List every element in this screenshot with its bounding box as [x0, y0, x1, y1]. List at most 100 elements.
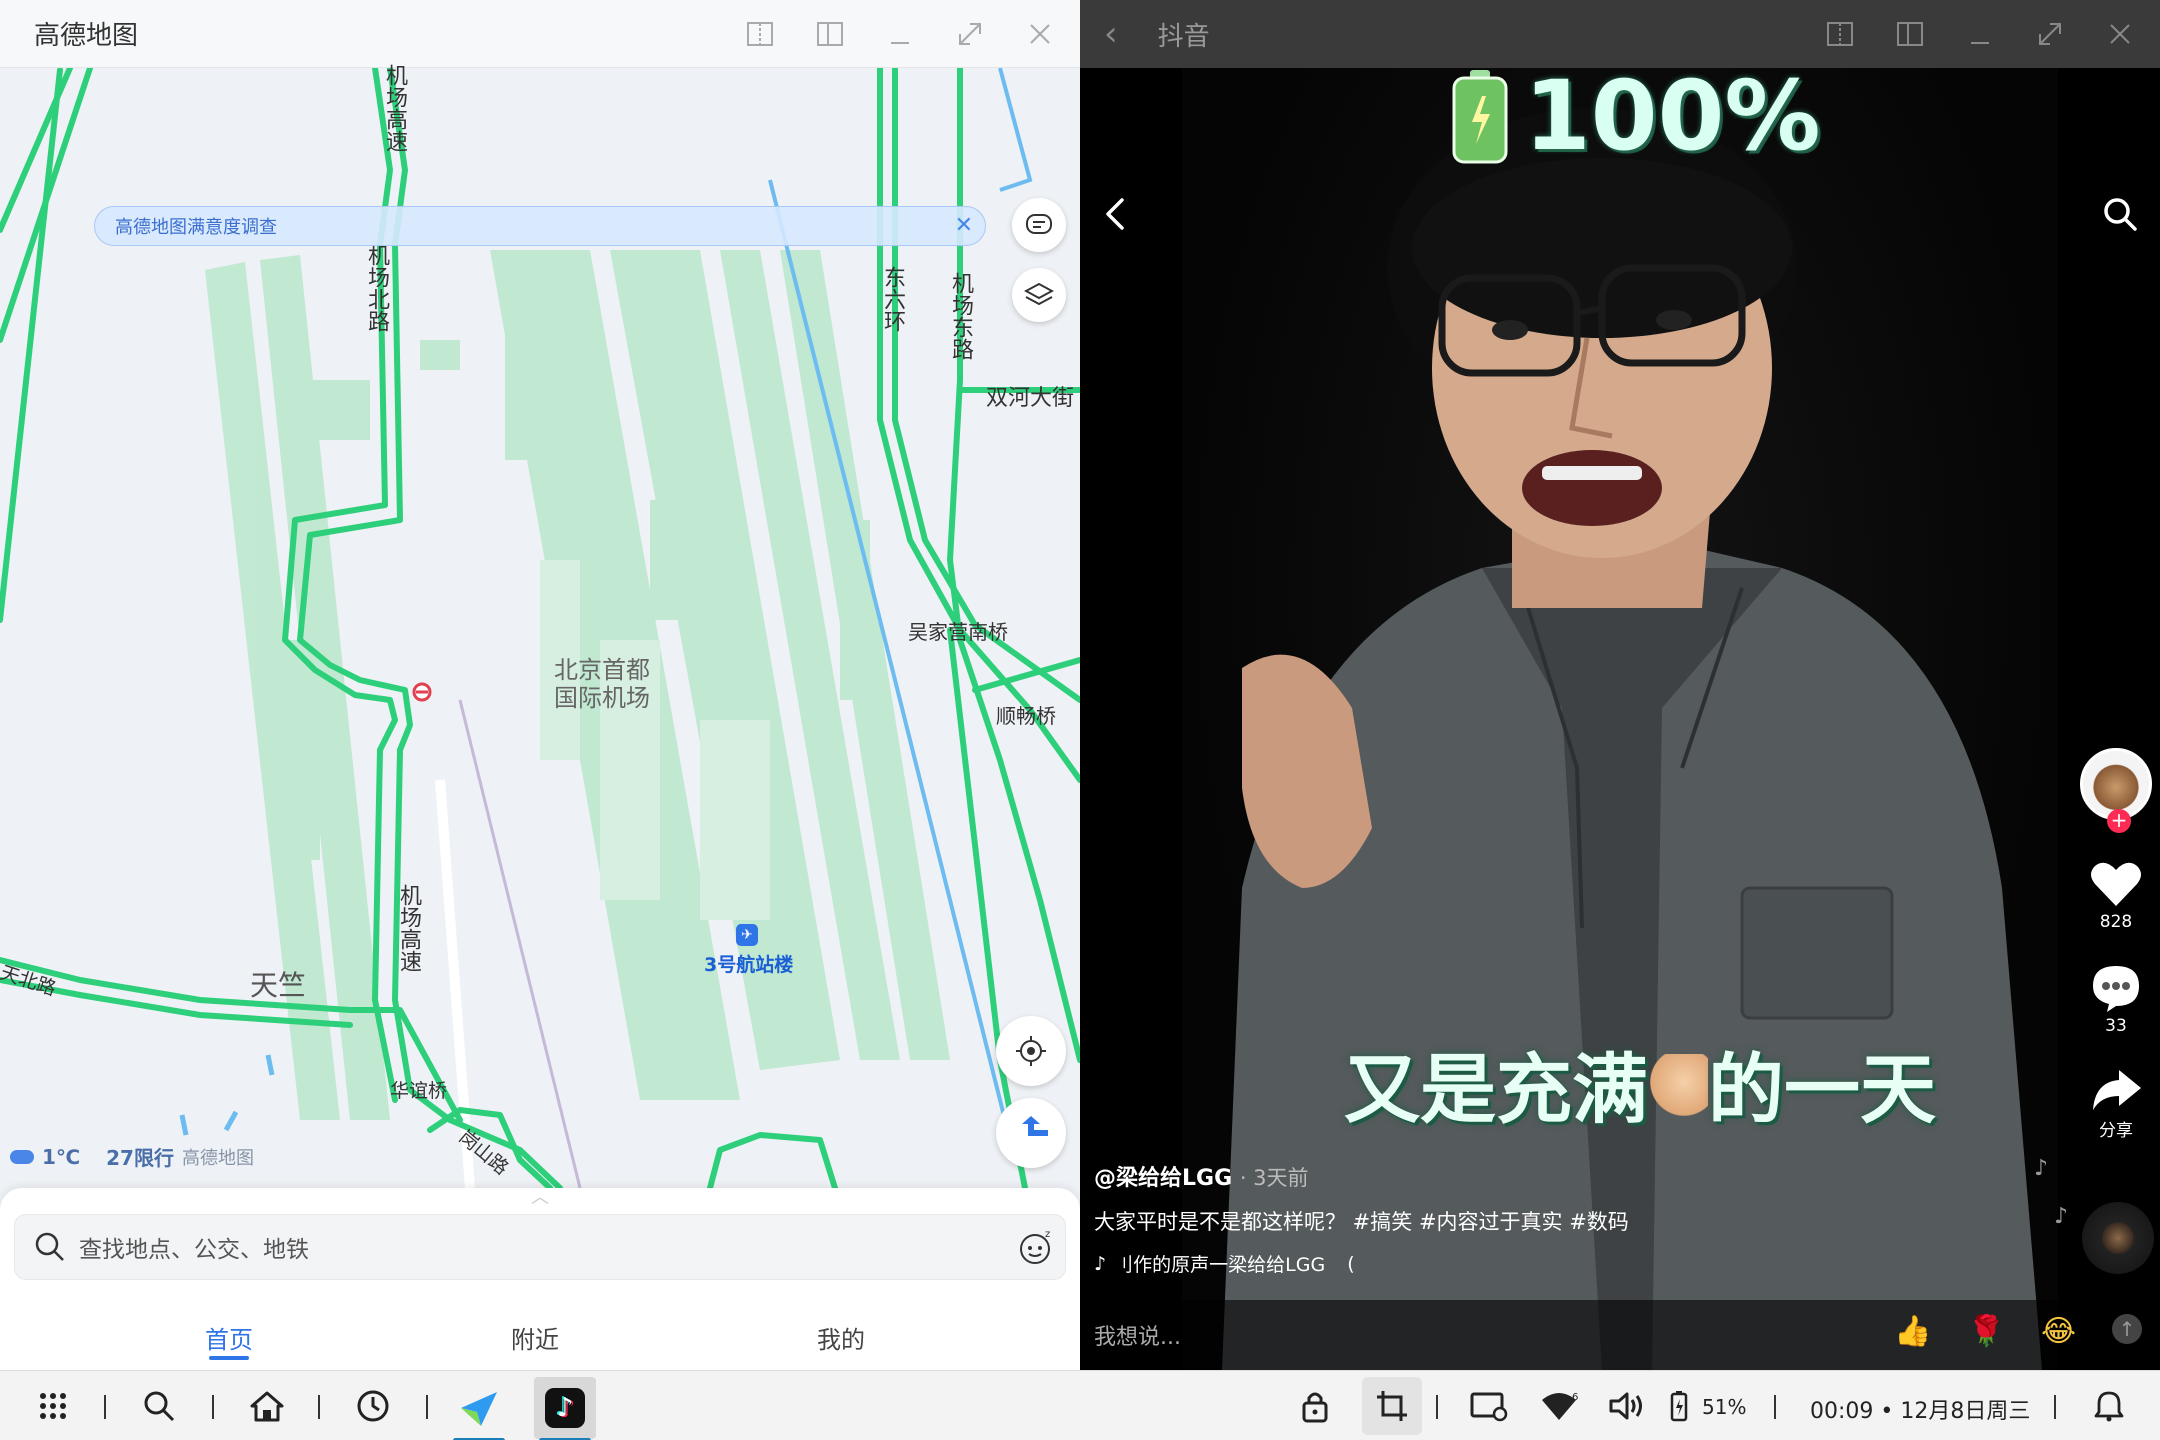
road-label-dongliuhuan: 东六环: [876, 266, 908, 332]
taskbar-search-icon[interactable]: [136, 1383, 182, 1429]
locate-button[interactable]: [996, 1016, 1066, 1086]
tab-nearby[interactable]: 附近: [382, 1306, 688, 1366]
minimize-icon[interactable]: [880, 14, 920, 54]
video-battery-overlay: 100%: [1450, 60, 1821, 172]
quick-emojis: 👍 🌹 😂 ↑: [1894, 1314, 2142, 1349]
author-name[interactable]: @梁给给LGG: [1094, 1166, 1232, 1191]
tab-active-indicator: [209, 1356, 249, 1360]
minimize-icon[interactable]: [1960, 14, 2000, 54]
sheet-handle[interactable]: ︿: [520, 1194, 560, 1202]
poi-label-terminal3[interactable]: 3号航站楼: [704, 950, 793, 977]
search-icon: [2102, 196, 2138, 232]
taskbar-divider: [212, 1395, 214, 1419]
comment-action[interactable]: 33: [2089, 962, 2143, 1036]
split-left-icon[interactable]: [1820, 14, 1860, 54]
post-time: · 3天前: [1240, 1166, 1309, 1190]
survey-banner-text: 高德地图满意度调查: [115, 213, 277, 239]
amap-app-icon: [457, 1386, 501, 1430]
music-title-tail: (: [1347, 1253, 1354, 1275]
heart-icon: [2089, 860, 2143, 908]
comment-count: 33: [2105, 1016, 2127, 1036]
maximize-icon[interactable]: [950, 14, 990, 54]
comment-bar[interactable]: 我想说... 👍 🌹 😂 ↑: [1080, 1300, 2160, 1370]
send-up-icon[interactable]: ↑: [2112, 1314, 2142, 1344]
thumbs-up-emoji-icon[interactable]: 👍: [1894, 1314, 1931, 1349]
split-left-icon[interactable]: [740, 14, 780, 54]
titlebar-back-icon[interactable]: ‹: [1104, 14, 1118, 54]
video-info: @梁给给LGG · 3天前 大家平时是不是都这样呢？ #搞笑 #内容过于真实 #…: [1094, 1160, 1629, 1277]
notification-bell-icon[interactable]: [2086, 1383, 2132, 1429]
cloud-icon: [10, 1150, 34, 1164]
split-right-icon[interactable]: [1890, 14, 1930, 54]
split-right-icon[interactable]: [810, 14, 850, 54]
comment-bubble-icon: [2089, 962, 2143, 1012]
rose-emoji-icon[interactable]: 🌹: [1968, 1314, 2005, 1349]
crop-icon[interactable]: [1362, 1377, 1422, 1435]
tab-mine-label: 我的: [817, 1326, 865, 1354]
message-button[interactable]: [1012, 198, 1066, 252]
weather-strip: 1℃ 27限行 高德地图: [10, 1142, 254, 1171]
map-brand: 高德地图: [182, 1144, 254, 1170]
follow-plus-icon[interactable]: +: [2107, 809, 2131, 833]
battery-percent: 51%: [1702, 1395, 1746, 1419]
tab-mine[interactable]: 我的: [688, 1306, 994, 1366]
share-arrow-icon: [2089, 1066, 2143, 1112]
home-icon[interactable]: [244, 1383, 290, 1429]
video-subtitle-part2: 的一天: [1708, 1045, 1936, 1134]
airport-label[interactable]: 北京首都 国际机场: [554, 656, 650, 712]
tab-home[interactable]: 首页: [76, 1306, 382, 1366]
lock-icon[interactable]: [1292, 1383, 1338, 1429]
douyin-window-title: 抖音: [1158, 16, 1210, 53]
video-description[interactable]: 大家平时是不是都这样呢？ #搞笑 #内容过于真实 #数码: [1094, 1206, 1629, 1236]
music-title: 刂作的原声一梁给给LGG: [1114, 1250, 1325, 1277]
search-placeholder: 查找地点、公交、地铁: [79, 1230, 309, 1264]
music-note-icon: ♪: [2034, 1156, 2048, 1181]
video-subtitle: 又是充满的一天: [1344, 1028, 1936, 1138]
video-battery-text: 100%: [1524, 60, 1821, 172]
weather-temp: 1℃: [42, 1145, 80, 1169]
author-line[interactable]: @梁给给LGG · 3天前: [1094, 1160, 1629, 1192]
video-subtitle-part1: 又是充满: [1344, 1045, 1648, 1134]
airport-label-line2: 国际机场: [554, 684, 650, 712]
author-avatar[interactable]: +: [2080, 748, 2152, 820]
svg-text:6: 6: [1572, 1392, 1578, 1403]
video-search-button[interactable]: [2102, 196, 2138, 236]
search-icon: [33, 1230, 67, 1264]
taskbar-app-douyin[interactable]: ♪: [534, 1377, 596, 1439]
taskbar: ♪ 6 51% 00:09 • 12月8日周三: [0, 1370, 2160, 1440]
recent-clock-icon[interactable]: [350, 1383, 396, 1429]
maximize-icon[interactable]: [2030, 14, 2070, 54]
music-line[interactable]: ♪ 刂作的原声一梁给给LGG (: [1094, 1250, 1629, 1277]
airport-label-line1: 北京首都: [554, 656, 650, 684]
layers-button[interactable]: [1012, 268, 1066, 322]
survey-banner[interactable]: 高德地图满意度调查 ✕: [94, 206, 986, 246]
app-grid-icon[interactable]: [30, 1383, 76, 1429]
screen-settings-icon[interactable]: [1466, 1383, 1512, 1429]
road-label-jichanggaosu: 机场高速: [392, 884, 424, 972]
close-icon[interactable]: [1020, 14, 1060, 54]
voice-assistant-icon[interactable]: z: [1015, 1227, 1055, 1267]
taskbar-app-amap[interactable]: [448, 1377, 510, 1439]
video-back-button[interactable]: [1100, 196, 1130, 236]
music-disc[interactable]: [2082, 1202, 2154, 1274]
map-window-controls: [740, 0, 1060, 68]
road-label-huayi: 华谊桥: [390, 1076, 447, 1103]
close-icon[interactable]: [2100, 14, 2140, 54]
terminal-pin-icon[interactable]: ✈: [736, 924, 758, 946]
share-action[interactable]: 分享: [2089, 1066, 2143, 1141]
svg-text:z: z: [1045, 1229, 1050, 1240]
search-bar[interactable]: 查找地点、公交、地铁 z: [14, 1214, 1066, 1280]
route-button[interactable]: [996, 1098, 1066, 1168]
douyin-app-icon: ♪: [545, 1388, 585, 1428]
volume-icon[interactable]: [1604, 1383, 1650, 1429]
taskbar-divider: [1774, 1395, 1776, 1419]
route-arrow-icon: [1014, 1113, 1048, 1153]
wifi-icon[interactable]: 6: [1536, 1383, 1582, 1429]
like-action[interactable]: 828: [2089, 860, 2143, 932]
back-chevron-icon: [1100, 196, 1130, 232]
survey-close-icon[interactable]: ✕: [955, 213, 973, 238]
taskbar-divider: [318, 1395, 320, 1419]
layers-icon: [1024, 280, 1054, 310]
clock-date[interactable]: 00:09 • 12月8日周三: [1810, 1393, 2030, 1425]
laugh-emoji-icon[interactable]: 😂: [2041, 1314, 2076, 1349]
